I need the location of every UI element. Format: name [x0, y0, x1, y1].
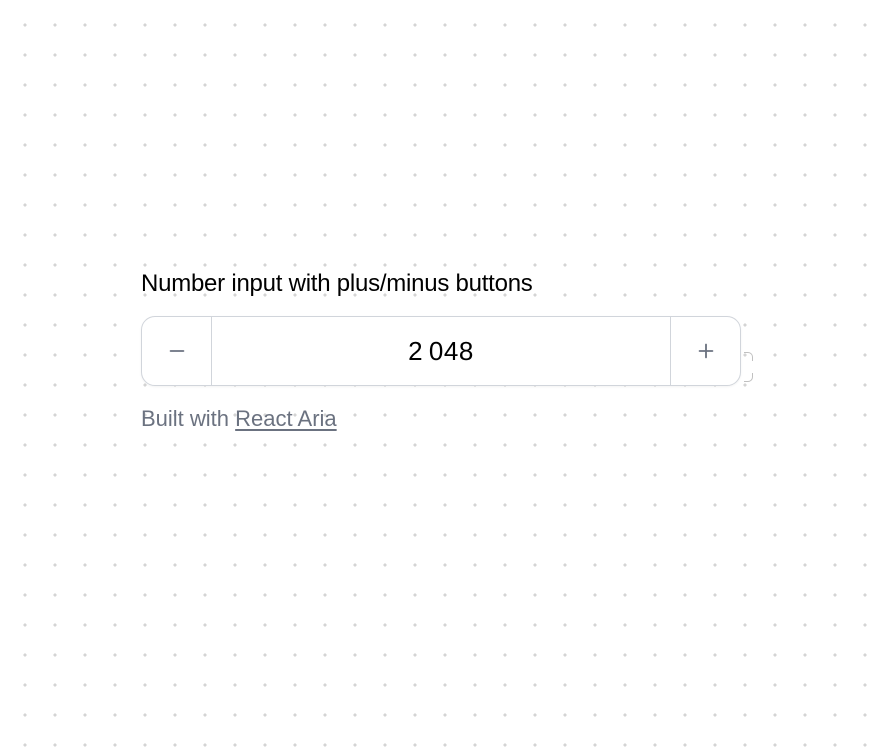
resize-handle-decoration	[744, 352, 754, 382]
number-field-group	[141, 316, 741, 386]
footer-prefix: Built with	[141, 406, 235, 431]
minus-icon	[166, 340, 188, 362]
decrement-button[interactable]	[142, 317, 212, 385]
increment-button[interactable]	[670, 317, 740, 385]
number-field-component: Number input with plus/minus buttons Bui…	[141, 270, 741, 432]
field-label: Number input with plus/minus buttons	[141, 270, 741, 298]
number-input[interactable]	[212, 317, 670, 385]
plus-icon	[695, 340, 717, 362]
footer-link[interactable]: React Aria	[235, 406, 337, 431]
footer-credit: Built with React Aria	[141, 406, 741, 432]
